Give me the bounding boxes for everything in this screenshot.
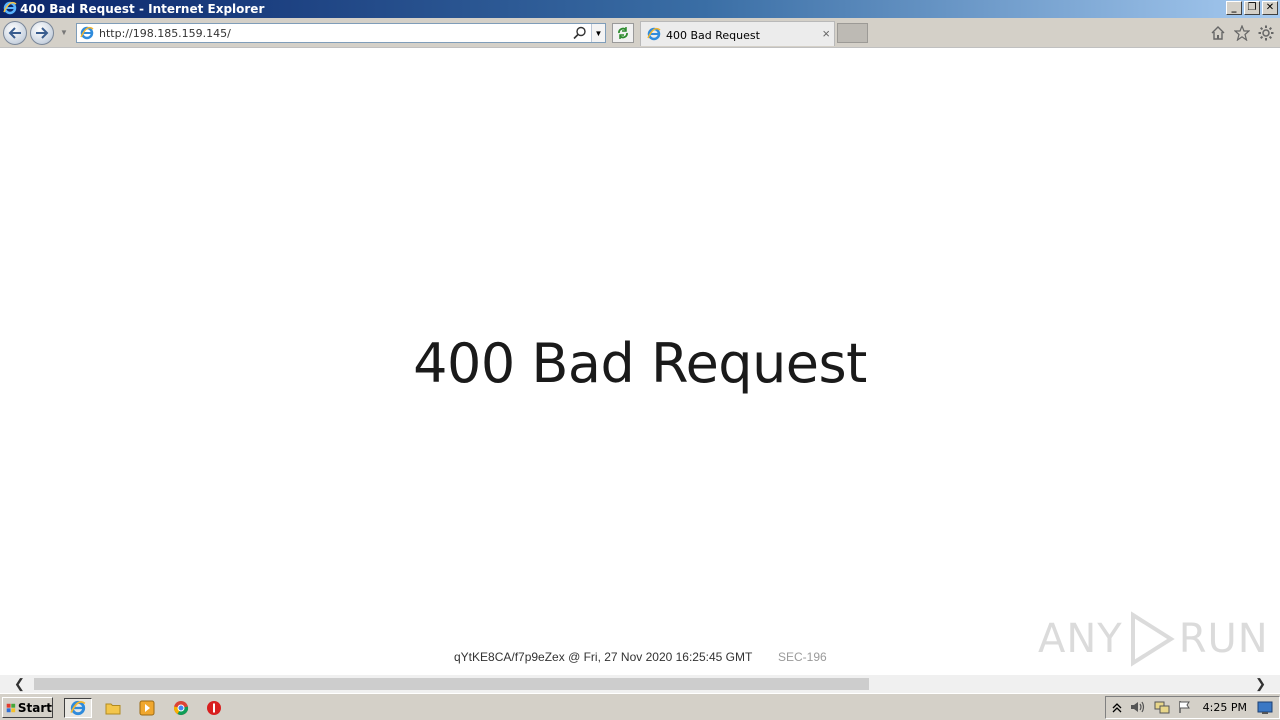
tab-label: 400 Bad Request [666, 29, 760, 42]
window-title: 400 Bad Request - Internet Explorer [20, 2, 265, 16]
ie-logo-icon [3, 1, 17, 18]
media-player-icon [139, 700, 155, 716]
tab-favicon-icon [647, 27, 661, 46]
history-dropdown-icon[interactable]: ▼ [60, 28, 68, 37]
browser-toolbar: ▼ http://198.185.159.145/ ▼ 400 Bad Requ… [0, 18, 1280, 48]
back-arrow-icon [8, 27, 21, 39]
security-code-text: SEC-196 [778, 650, 827, 664]
scroll-left-icon[interactable]: ❮ [14, 676, 25, 692]
favorites-star-icon[interactable] [1233, 24, 1251, 46]
scroll-right-icon[interactable]: ❯ [1255, 676, 1266, 692]
taskbar: Start 4:25 PM [0, 693, 1280, 720]
taskbar-internet-explorer[interactable] [64, 698, 92, 718]
taskbar-clock[interactable]: 4:25 PM [1203, 701, 1247, 714]
close-button[interactable]: ✕ [1262, 1, 1278, 15]
scrollbar-thumb[interactable] [34, 678, 869, 690]
taskbar-chrome[interactable] [167, 698, 195, 718]
network-icon[interactable] [1154, 700, 1170, 719]
system-tray: 4:25 PM [1105, 696, 1280, 719]
tab-close-icon[interactable]: × [822, 26, 830, 41]
toolbar-right-icons [1210, 24, 1274, 46]
error-heading: 400 Bad Request [413, 332, 867, 395]
start-label: Start [17, 700, 52, 715]
window-controls: _ ❐ ✕ [1226, 1, 1278, 15]
settings-gear-icon[interactable] [1258, 25, 1274, 46]
taskbar-stop-app[interactable] [200, 698, 228, 718]
show-hidden-icons-icon[interactable] [1112, 701, 1122, 719]
page-favicon-icon [80, 26, 94, 45]
compat-refresh-button[interactable] [612, 23, 634, 43]
watermark-left-text: ANY [1038, 616, 1123, 662]
windows-logo-icon [6, 703, 16, 712]
home-icon[interactable] [1210, 25, 1226, 46]
address-bar[interactable]: http://198.185.159.145/ ▼ [76, 23, 606, 43]
tray-icons [1112, 700, 1192, 719]
address-url[interactable]: http://198.185.159.145/ [99, 27, 231, 40]
play-triangle-icon [1130, 611, 1175, 667]
restore-button[interactable]: ❐ [1244, 1, 1260, 15]
folder-icon [105, 703, 121, 715]
address-dropdown-icon[interactable]: ▼ [591, 24, 605, 42]
horizontal-scrollbar[interactable]: ❮ ❯ [0, 675, 1280, 693]
page-content: 400 Bad Request qYtKE8CA/f7p9eZex @ Fri,… [0, 49, 1280, 675]
search-icon[interactable] [573, 26, 587, 45]
new-tab-button[interactable] [837, 23, 868, 43]
taskbar-file-explorer[interactable] [99, 698, 127, 718]
refresh-icon [618, 27, 628, 39]
volume-icon[interactable] [1130, 700, 1146, 719]
ie-icon [70, 700, 86, 716]
start-button[interactable]: Start [2, 697, 53, 718]
back-button[interactable] [3, 21, 27, 45]
window-titlebar: 400 Bad Request - Internet Explorer _ ❐ … [0, 0, 1280, 18]
chrome-icon [173, 701, 189, 715]
taskbar-media-player[interactable] [133, 698, 161, 718]
forward-button[interactable] [30, 21, 54, 45]
show-desktop-icon[interactable] [1257, 701, 1273, 720]
anyrun-watermark: ANY RUN [1038, 611, 1269, 667]
request-id-text: qYtKE8CA/f7p9eZex @ Fri, 27 Nov 2020 16:… [454, 650, 753, 664]
action-center-flag-icon[interactable] [1178, 700, 1192, 719]
forward-arrow-icon [36, 27, 49, 39]
minimize-button[interactable]: _ [1226, 1, 1242, 15]
tab-400-bad-request[interactable]: 400 Bad Request × [640, 21, 835, 46]
watermark-right-text: RUN [1178, 616, 1269, 662]
stop-icon [207, 701, 221, 715]
